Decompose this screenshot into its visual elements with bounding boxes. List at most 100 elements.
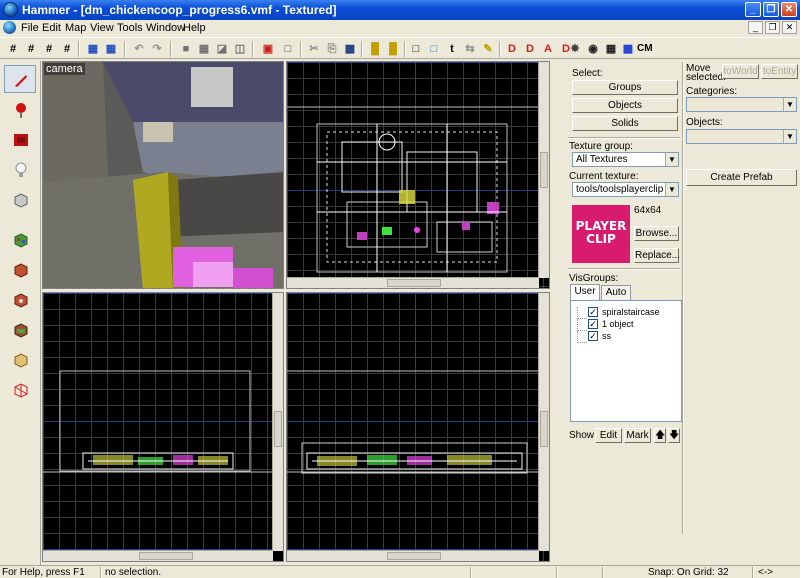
move-up-button[interactable]: 🡅 xyxy=(654,428,666,443)
edit-button[interactable]: Edit xyxy=(595,428,622,443)
mark-button[interactable]: Mark xyxy=(624,428,651,443)
cordon-icon[interactable]: ✸ xyxy=(567,41,583,57)
minimize-button[interactable]: _ xyxy=(745,2,761,17)
select-objects-button[interactable]: Objects xyxy=(572,98,678,113)
grid-smaller-icon[interactable]: # xyxy=(23,41,39,57)
menu-tools[interactable]: Tools xyxy=(117,22,143,34)
hammer-app-icon[interactable] xyxy=(3,2,18,17)
replace-button[interactable]: Replace... xyxy=(634,248,680,263)
scroll-thumb[interactable] xyxy=(274,411,282,447)
visgroup-checkbox[interactable]: ✓ xyxy=(588,319,598,329)
toolbar-separator xyxy=(404,41,406,57)
move-down-button[interactable]: 🡇 xyxy=(668,428,680,443)
block-tool-button[interactable] xyxy=(4,185,36,213)
menu-help[interactable]: Help xyxy=(183,22,206,34)
toggle-texture-scaling-icon[interactable]: █ xyxy=(385,41,401,57)
display-detail-icon[interactable]: D xyxy=(522,41,538,57)
cut-icon[interactable]: ✂ xyxy=(306,41,322,57)
ungroup-icon[interactable]: ▦ xyxy=(196,41,212,57)
scroll-thumb[interactable] xyxy=(540,411,548,447)
grid-larger-icon[interactable]: # xyxy=(41,41,57,57)
doc-restore-button[interactable]: ❐ xyxy=(765,21,780,34)
undo-icon[interactable]: ↶ xyxy=(131,41,147,57)
to-entity-button[interactable]: toEntity xyxy=(761,64,798,79)
front-viewport-horizontal-scrollbar[interactable] xyxy=(43,550,273,561)
front-2d-viewport[interactable] xyxy=(42,292,284,562)
document-icon[interactable] xyxy=(3,21,16,34)
models-in-2d-icon[interactable]: ▩ xyxy=(620,41,636,57)
tab-auto[interactable]: Auto xyxy=(601,285,631,300)
status-snap-text: Snap: On Grid: 32 xyxy=(648,567,729,578)
show-button[interactable]: Show xyxy=(569,430,594,441)
scroll-thumb[interactable] xyxy=(387,552,441,560)
decal-tool-button[interactable] xyxy=(4,285,36,313)
create-prefab-button[interactable]: Create Prefab xyxy=(686,169,797,186)
doc-minimize-button[interactable]: _ xyxy=(748,21,763,34)
side-viewport-vertical-scrollbar[interactable] xyxy=(538,293,549,551)
title-bar: Hammer - [dm_chickencoop_progress6.vmf -… xyxy=(0,0,800,20)
hide-selection-icon[interactable]: ◪ xyxy=(214,41,230,57)
browse-button[interactable]: Browse... xyxy=(634,226,679,241)
maximize-button[interactable]: ❐ xyxy=(763,2,779,17)
visgroup-checkbox[interactable]: ✓ xyxy=(588,307,598,317)
load-window-icon[interactable]: ▦ xyxy=(85,41,101,57)
scroll-thumb[interactable] xyxy=(139,552,193,560)
doc-close-button[interactable]: ✕ xyxy=(782,21,797,34)
top-viewport-horizontal-scrollbar[interactable] xyxy=(287,277,539,288)
camera-tool-button[interactable] xyxy=(4,125,36,153)
texture-application-tool-button[interactable] xyxy=(4,225,36,253)
grid-3d-icon[interactable]: # xyxy=(59,41,75,57)
radius-culling-icon[interactable]: ◉ xyxy=(585,41,601,57)
menu-window[interactable]: Window xyxy=(146,22,185,34)
transform-icon[interactable]: ✎ xyxy=(480,41,496,57)
chevron-down-icon: ▼ xyxy=(665,183,678,196)
scroll-thumb[interactable] xyxy=(387,279,441,287)
camera-viewport[interactable]: camera xyxy=(42,61,284,289)
flip-icon[interactable]: ⇆ xyxy=(462,41,478,57)
draw-grid-icon[interactable]: ▦ xyxy=(603,41,619,57)
apply-texture-tool-button[interactable] xyxy=(4,255,36,283)
tab-user[interactable]: User xyxy=(570,284,600,300)
magnify-tool-button[interactable] xyxy=(4,95,36,123)
redo-icon[interactable]: ↷ xyxy=(149,41,165,57)
current-texture-dropdown[interactable]: tools/toolsplayerclip ▼ xyxy=(572,182,679,197)
objects-dropdown[interactable]: ▼ xyxy=(686,129,797,144)
scroll-thumb[interactable] xyxy=(540,152,548,188)
selection-box-icon[interactable]: □ xyxy=(408,41,424,57)
copy-icon[interactable]: ⎘ xyxy=(324,41,340,57)
to-world-button[interactable]: toWorld xyxy=(722,64,759,79)
front-viewport-vertical-scrollbar[interactable] xyxy=(272,293,283,551)
side-2d-viewport[interactable] xyxy=(286,292,550,562)
selection-tool-button[interactable] xyxy=(4,65,36,93)
cm-toggle-button[interactable]: CM xyxy=(637,43,653,54)
display-models-icon[interactable]: D xyxy=(504,41,520,57)
side-viewport-horizontal-scrollbar[interactable] xyxy=(287,550,539,561)
menu-file[interactable]: File xyxy=(21,22,39,34)
carve-icon[interactable]: ▣ xyxy=(260,41,276,57)
top-viewport-vertical-scrollbar[interactable] xyxy=(538,62,549,278)
hide-unselected-icon[interactable]: ◫ xyxy=(232,41,248,57)
ignore-groups-icon[interactable]: t xyxy=(444,41,460,57)
clipping-tool-button[interactable] xyxy=(4,345,36,373)
menu-view[interactable]: View xyxy=(90,22,114,34)
vertex-tool-button[interactable] xyxy=(4,375,36,403)
display-areaportals-icon[interactable]: A xyxy=(540,41,556,57)
select-solids-button[interactable]: Solids xyxy=(572,116,678,131)
group-icon[interactable]: ■ xyxy=(178,41,194,57)
paste-icon[interactable]: ▩ xyxy=(342,41,358,57)
categories-dropdown[interactable]: ▼ xyxy=(686,97,797,112)
entity-tool-button[interactable] xyxy=(4,155,36,183)
select-by-handles-icon[interactable]: □ xyxy=(426,41,442,57)
menu-map[interactable]: Map xyxy=(65,22,86,34)
texture-group-dropdown[interactable]: All Textures ▼ xyxy=(572,152,679,167)
overlay-tool-button[interactable] xyxy=(4,315,36,343)
close-button[interactable]: ✕ xyxy=(781,2,797,17)
visgroup-checkbox[interactable]: ✓ xyxy=(588,331,598,341)
toggle-texture-lock-icon[interactable]: █ xyxy=(367,41,383,57)
top-2d-viewport[interactable] xyxy=(286,61,550,289)
save-window-icon[interactable]: ▦ xyxy=(103,41,119,57)
menu-edit[interactable]: Edit xyxy=(42,22,61,34)
make-hollow-icon[interactable]: □ xyxy=(280,41,296,57)
grid-toggle-icon[interactable]: # xyxy=(5,41,21,57)
select-groups-button[interactable]: Groups xyxy=(572,80,678,95)
